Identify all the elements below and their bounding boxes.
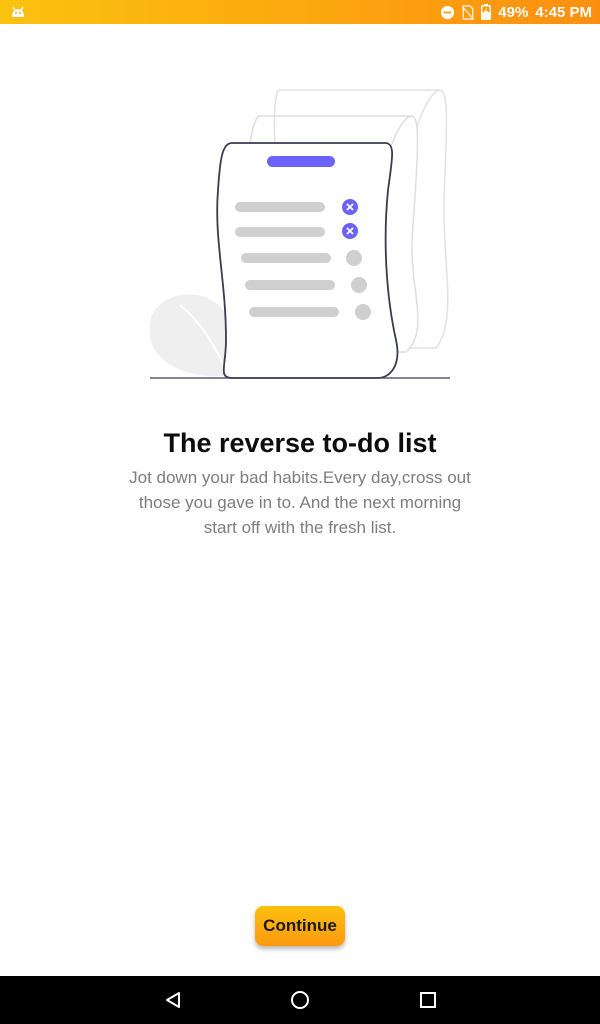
- dnd-icon: [440, 5, 455, 20]
- android-icon: [10, 4, 26, 20]
- battery-charging-icon: [481, 4, 492, 20]
- no-sim-icon: [462, 4, 475, 20]
- battery-percent: 49%: [498, 3, 529, 21]
- home-icon[interactable]: [288, 988, 312, 1012]
- leaf-icon: [149, 294, 233, 377]
- back-icon[interactable]: [161, 988, 185, 1012]
- navigation-bar: [0, 976, 600, 1024]
- reverse-todo-list-illustration: [140, 80, 460, 385]
- recents-icon[interactable]: [416, 988, 440, 1012]
- page-title: The reverse to-do list: [163, 428, 437, 458]
- clock: 4:45 PM: [535, 3, 592, 21]
- status-bar: 49% 4:45 PM: [0, 0, 600, 24]
- continue-button[interactable]: Continue: [255, 906, 345, 946]
- page-description: Jot down your bad habits.Every day,cross…: [129, 468, 471, 537]
